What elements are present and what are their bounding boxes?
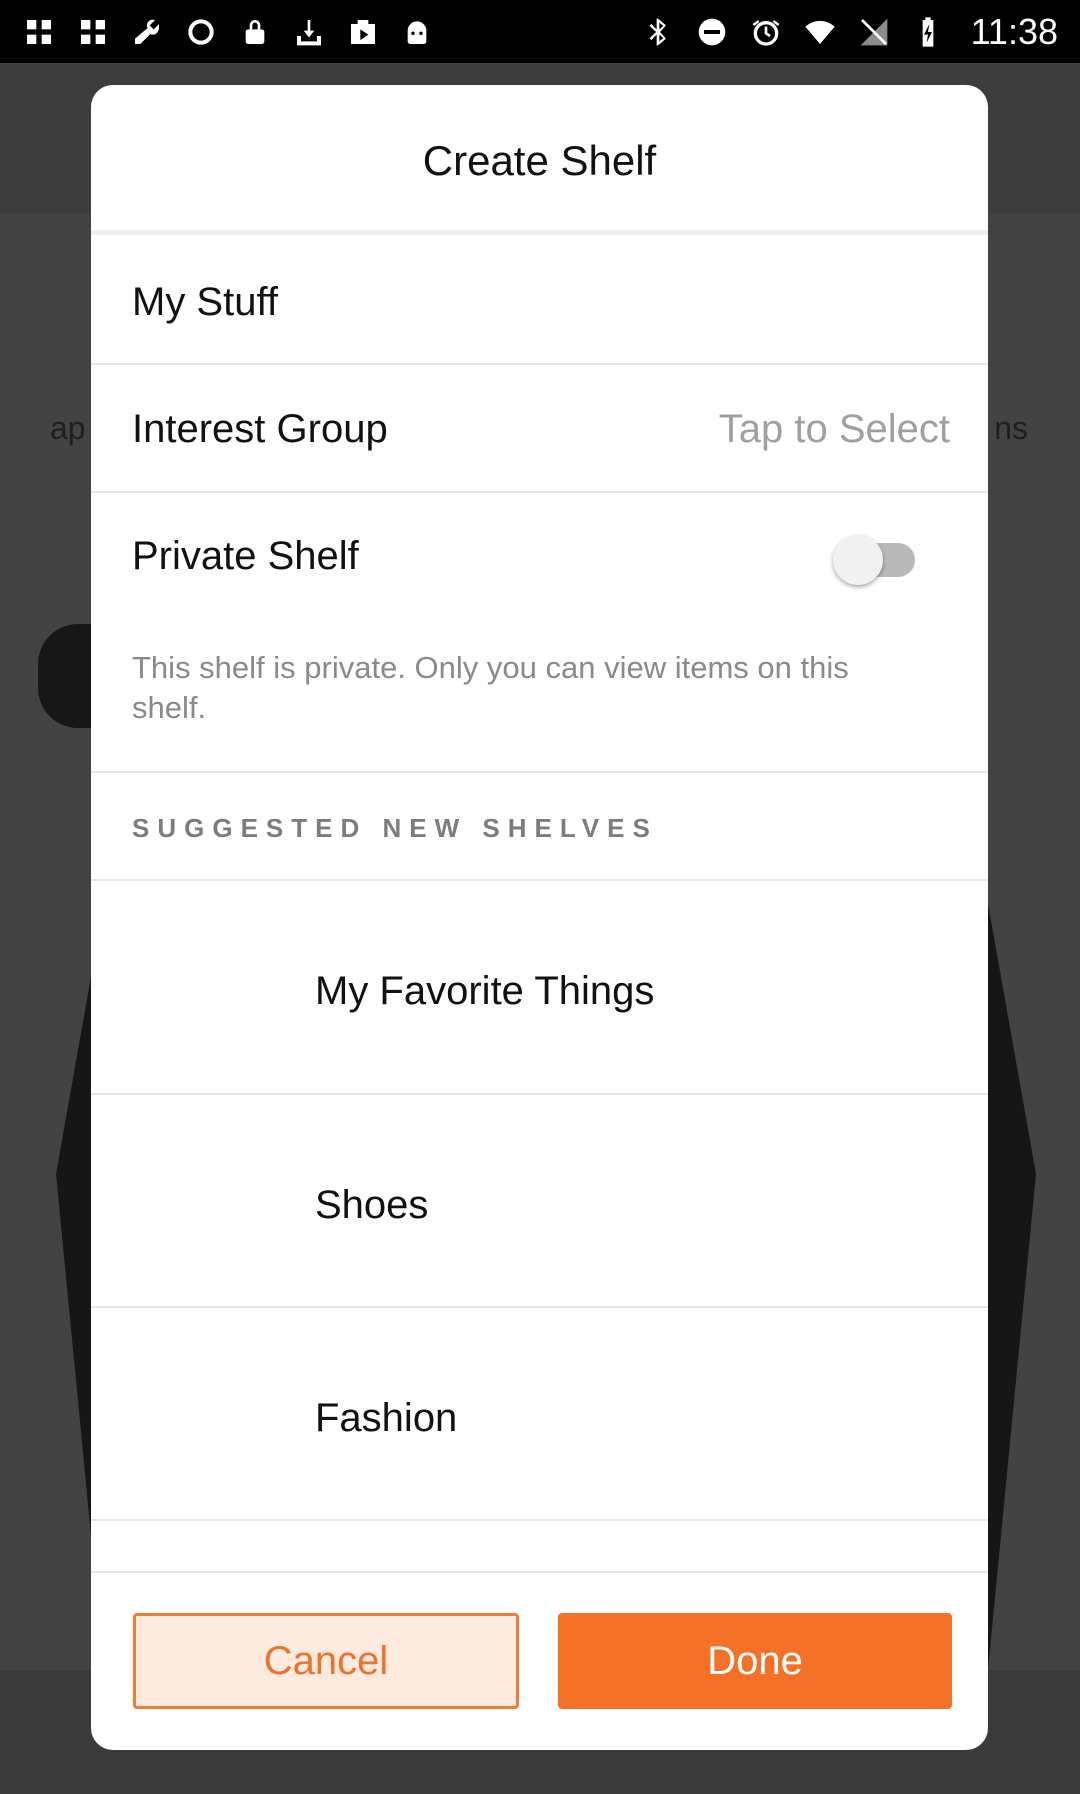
- title-divider: [91, 230, 988, 235]
- dialog-title: Create Shelf: [422, 137, 657, 184]
- wifi-icon: [803, 15, 837, 49]
- screen: ap ns 11:38 Create Shelf My Stuff Intere…: [0, 0, 1080, 1794]
- download-tray-icon: [292, 15, 326, 49]
- status-bar-time: 11:38: [970, 10, 1058, 52]
- suggestion-label: My Favorite Things: [315, 969, 655, 1013]
- lock-icon: [238, 15, 272, 49]
- play-store-icon: [346, 15, 380, 49]
- grid-icon: [76, 15, 110, 49]
- suggestion-label: Fashion: [315, 1396, 458, 1440]
- suggestion-label: Shoes: [315, 1183, 429, 1227]
- suggestion-item[interactable]: Shoes: [91, 1095, 988, 1307]
- status-bar-notifications: [22, 15, 434, 49]
- grid-icon: [22, 15, 56, 49]
- cancel-button[interactable]: Cancel: [133, 1613, 519, 1709]
- suggested-shelves-heading: SUGGESTED NEW SHELVES: [132, 813, 658, 843]
- suggestion-item[interactable]: My Favorite Things: [91, 881, 988, 1093]
- private-shelf-switch[interactable]: [833, 531, 919, 587]
- shelf-name-field[interactable]: My Stuff: [132, 280, 278, 325]
- wrench-icon: [130, 15, 164, 49]
- divider: [91, 491, 988, 493]
- divider: [91, 363, 988, 365]
- battery-charging-icon: [911, 15, 945, 49]
- bluetooth-icon: [641, 15, 675, 49]
- switch-thumb: [833, 535, 883, 585]
- divider: [91, 1519, 988, 1521]
- no-signal-icon: [857, 15, 891, 49]
- button-area-divider: [91, 1571, 988, 1573]
- private-shelf-label: Private Shelf: [132, 534, 359, 578]
- interest-group-select[interactable]: Tap to Select: [719, 407, 950, 452]
- circle-icon: [184, 15, 218, 49]
- suggestion-item[interactable]: Fashion: [91, 1308, 988, 1520]
- divider: [91, 771, 988, 773]
- interest-group-label: Interest Group: [132, 407, 388, 451]
- status-bar-system: 11:38: [641, 11, 1058, 53]
- do-not-disturb-icon: [695, 15, 729, 49]
- status-bar: 11:38: [0, 0, 1080, 63]
- android-icon: [400, 15, 434, 49]
- create-shelf-dialog: Create Shelf My Stuff Interest Group Tap…: [91, 85, 988, 1750]
- private-shelf-helper-text: This shelf is private. Only you can view…: [132, 650, 849, 725]
- done-button[interactable]: Done: [558, 1613, 952, 1709]
- alarm-icon: [749, 15, 783, 49]
